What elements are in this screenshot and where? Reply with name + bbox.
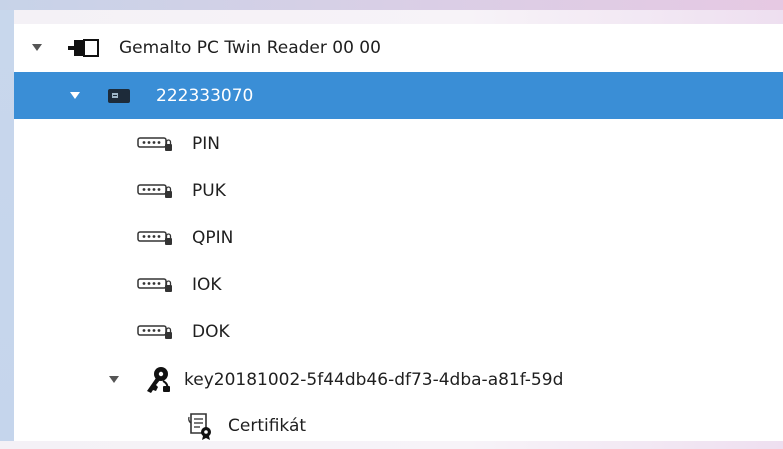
- tree-item-key[interactable]: key20181002-5f44db46-df73-4dba-a81f-59d: [14, 356, 783, 403]
- tree-item-label: PIN: [192, 133, 220, 154]
- tree-item-pin[interactable]: PIN: [14, 120, 783, 167]
- certificate-icon: [186, 411, 216, 441]
- tree-item-reader[interactable]: Gemalto PC Twin Reader 00 00: [14, 24, 783, 71]
- expander-down-icon[interactable]: [32, 43, 42, 53]
- tree-item-label: IOK: [192, 274, 222, 295]
- tree-item-card[interactable]: 222333070: [14, 72, 783, 119]
- smart-card-icon: [107, 87, 131, 105]
- pin-pad-icon: [136, 322, 176, 342]
- tree-view[interactable]: Gemalto PC Twin Reader 00 00 222333070 P…: [14, 24, 783, 441]
- tree-item-certificate[interactable]: Certifikát: [14, 402, 783, 449]
- expander-down-icon[interactable]: [109, 375, 119, 385]
- pin-pad-icon: [136, 275, 176, 295]
- key-icon: [144, 365, 172, 395]
- pin-pad-icon: [136, 228, 176, 248]
- expander-down-icon[interactable]: [70, 91, 80, 101]
- tree-item-puk[interactable]: PUK: [14, 167, 783, 214]
- pin-pad-icon: [136, 134, 176, 154]
- tree-item-label: Gemalto PC Twin Reader 00 00: [119, 37, 381, 58]
- tree-item-qpin[interactable]: QPIN: [14, 214, 783, 261]
- window-top-edge: [0, 0, 783, 10]
- tree-item-label: Certifikát: [228, 415, 307, 436]
- tree-item-label: QPIN: [192, 227, 234, 248]
- window-left-edge: [0, 10, 14, 441]
- tree-item-label: DOK: [192, 321, 230, 342]
- pin-pad-icon: [136, 181, 176, 201]
- tree-item-iok[interactable]: IOK: [14, 261, 783, 308]
- tree-item-dok[interactable]: DOK: [14, 308, 783, 355]
- tree-item-label: key20181002-5f44db46-df73-4dba-a81f-59d: [184, 369, 564, 390]
- card-reader-icon: [66, 36, 102, 60]
- tree-item-label: PUK: [192, 180, 226, 201]
- tree-item-label: 222333070: [156, 85, 254, 106]
